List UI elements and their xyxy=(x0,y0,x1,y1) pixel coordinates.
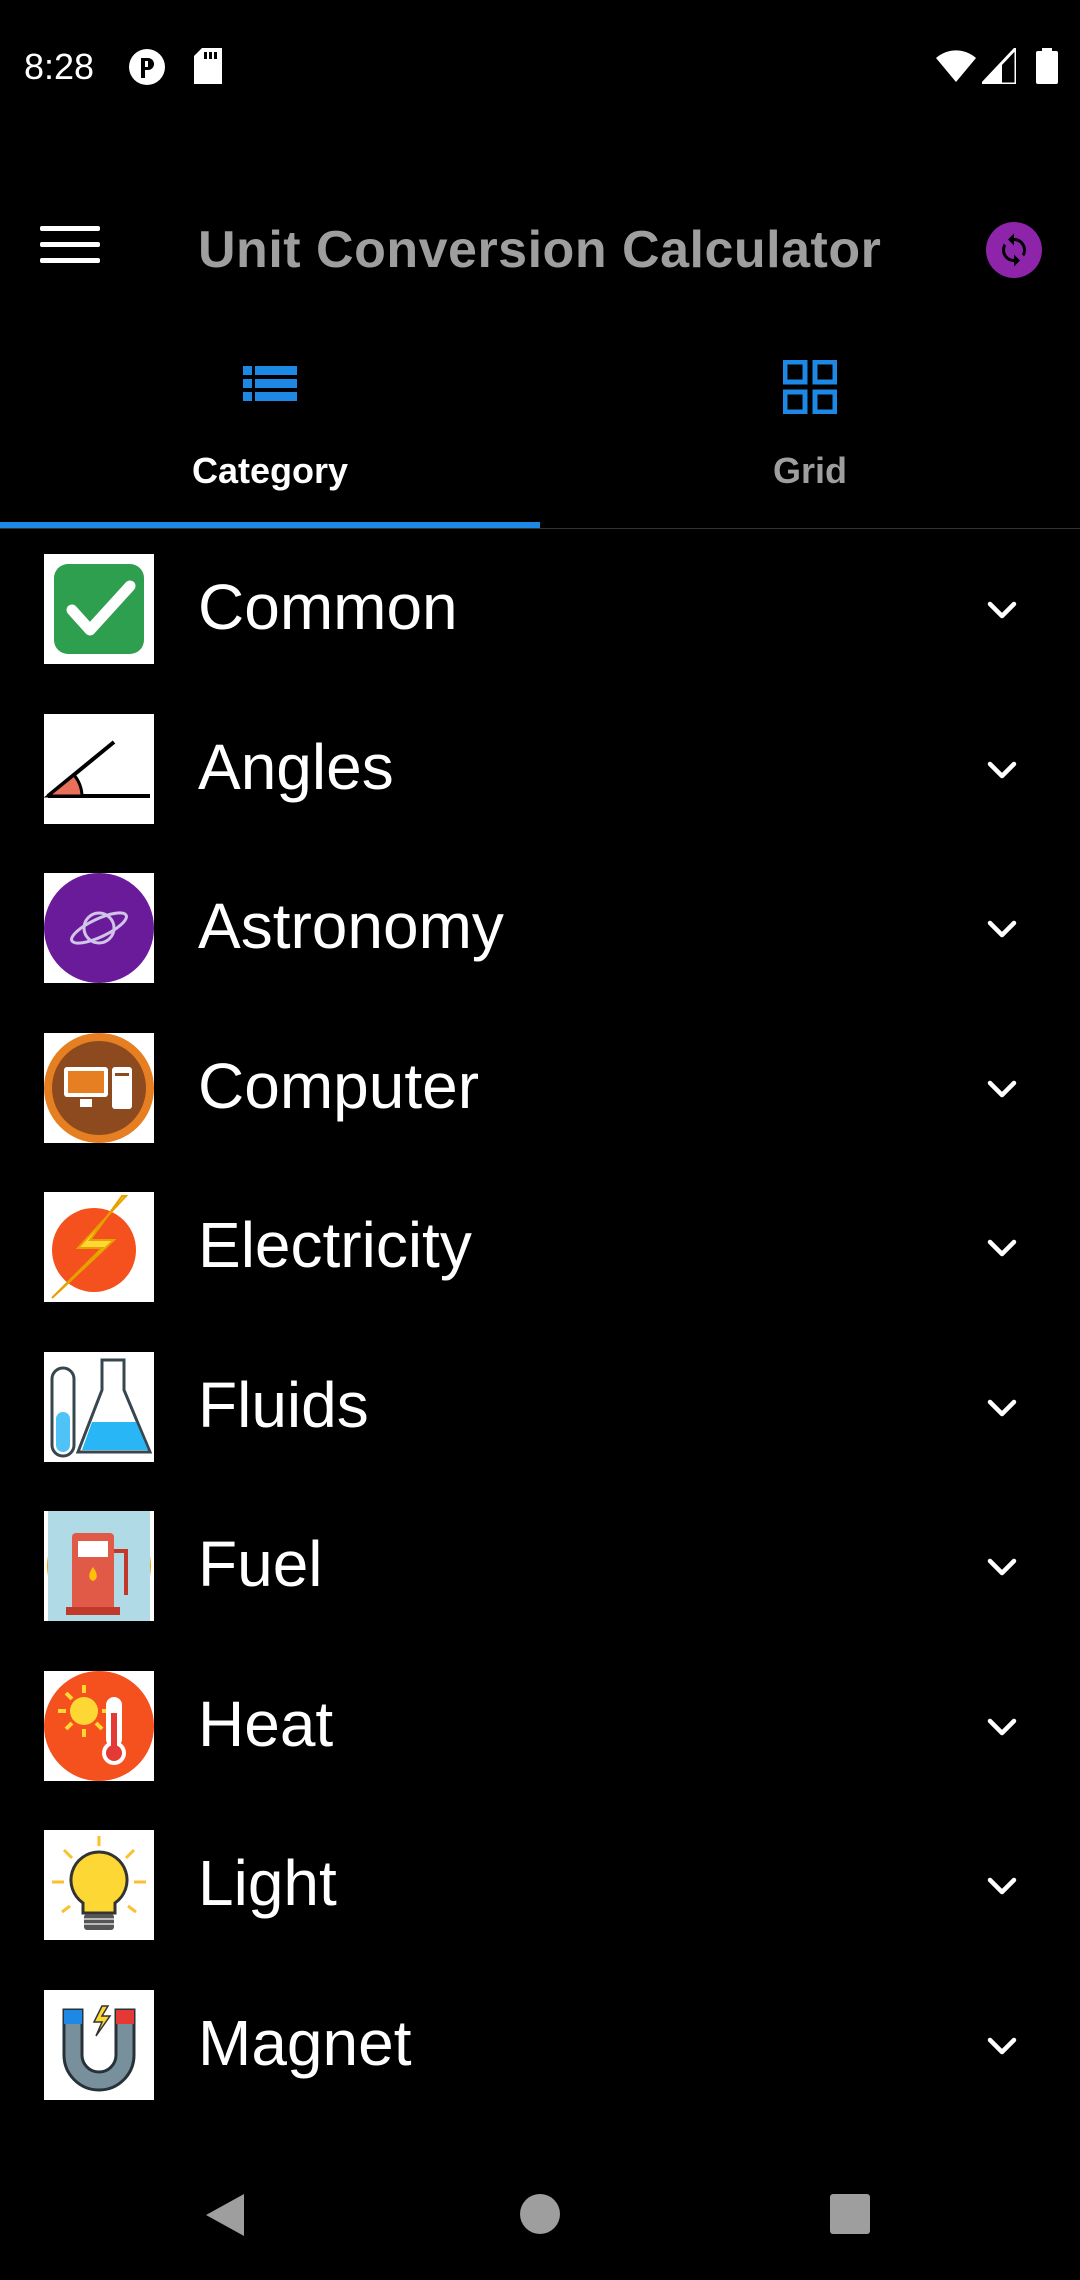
system-nav-bar xyxy=(0,2150,1080,2280)
pocket-icon xyxy=(128,48,166,91)
wifi-icon xyxy=(936,48,976,89)
sync-button[interactable] xyxy=(986,222,1042,278)
category-row-common[interactable]: Common xyxy=(0,530,1080,690)
chevron-down-icon xyxy=(987,601,1017,619)
category-label: Common xyxy=(198,571,458,643)
status-time: 8:28 xyxy=(24,46,95,87)
category-row-astronomy[interactable]: Astronomy xyxy=(0,849,1080,1009)
tab-category-label: Category xyxy=(191,450,349,491)
signal-icon xyxy=(978,44,1018,89)
planet-icon xyxy=(44,873,154,983)
tab-category[interactable]: Category xyxy=(0,340,540,528)
chevron-down-icon xyxy=(987,1558,1017,1576)
category-row-magnet[interactable]: Magnet xyxy=(0,1966,1080,2126)
lightning-icon xyxy=(44,1192,154,1302)
thermometer-icon xyxy=(44,1670,154,1781)
home-icon[interactable] xyxy=(519,2193,561,2235)
menu-button[interactable] xyxy=(40,226,100,276)
category-label: Magnet xyxy=(198,2006,412,2079)
grid-icon xyxy=(783,360,837,414)
computer-icon xyxy=(44,1032,154,1143)
category-row-angles[interactable]: Angles xyxy=(0,690,1080,850)
flask-icon xyxy=(44,1351,154,1462)
category-row-fluids[interactable]: Fluids xyxy=(0,1328,1080,1488)
app-title: Unit Conversion Calculator xyxy=(198,221,882,279)
category-label: Computer xyxy=(198,1049,479,1122)
chevron-down-icon xyxy=(987,1399,1017,1416)
category-label: Heat xyxy=(198,1687,334,1760)
category-row-heat[interactable]: Heat xyxy=(0,1647,1080,1807)
chevron-down-icon xyxy=(987,1239,1017,1257)
sync-icon xyxy=(1002,233,1026,267)
sd-card-icon xyxy=(194,48,222,89)
tab-grid-label: Grid xyxy=(772,450,847,491)
back-icon[interactable] xyxy=(204,2192,246,2238)
chevron-down-icon xyxy=(987,1877,1017,1895)
chevron-down-icon xyxy=(987,1718,1017,1735)
tab-grid[interactable]: Grid xyxy=(540,340,1080,528)
category-row-fuel[interactable]: Fuel xyxy=(0,1487,1080,1647)
category-row-light[interactable]: Light xyxy=(0,1806,1080,1966)
tab-bar: Category Grid xyxy=(0,340,1080,529)
angle-icon xyxy=(44,713,154,824)
app-bar: Unit Conversion Calculator xyxy=(0,190,1080,310)
tab-indicator xyxy=(0,522,540,528)
category-label: Angles xyxy=(198,730,394,803)
chevron-down-icon xyxy=(987,2037,1017,2054)
category-row-electricity[interactable]: Electricity xyxy=(0,1168,1080,1328)
checkmark-icon xyxy=(44,554,154,664)
category-label: Astronomy xyxy=(198,890,504,962)
recents-icon[interactable] xyxy=(829,2193,871,2235)
chevron-down-icon xyxy=(987,920,1017,938)
category-label: Fuel xyxy=(198,1528,323,1600)
chevron-down-icon xyxy=(987,1080,1017,1097)
light-bulb-icon xyxy=(44,1830,154,1940)
battery-icon xyxy=(1036,48,1058,89)
category-row-computer[interactable]: Computer xyxy=(0,1009,1080,1169)
list-icon xyxy=(243,366,297,401)
category-label: Fluids xyxy=(198,1368,369,1441)
magnet-icon xyxy=(44,1989,154,2100)
status-bar: 8:28 xyxy=(0,0,1080,140)
category-label: Light xyxy=(198,1847,337,1919)
category-list: Common Angles Astronomy Computer Electri… xyxy=(0,530,1080,2125)
category-label: Electricity xyxy=(198,1209,472,1281)
fuel-pump-icon xyxy=(44,1511,154,1621)
chevron-down-icon xyxy=(987,761,1017,778)
